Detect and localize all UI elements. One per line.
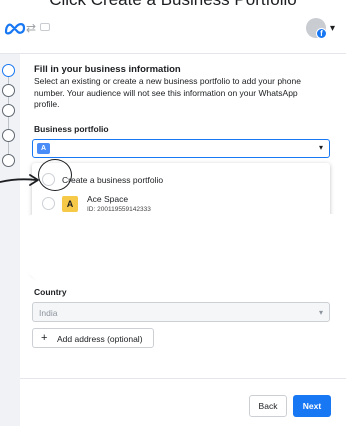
back-button[interactable]: Back xyxy=(249,395,287,417)
add-address-label: Add address (optional) xyxy=(57,334,143,344)
step-4 xyxy=(2,129,15,142)
swap-arrows-icon: ⇄ xyxy=(26,21,37,35)
step-3 xyxy=(2,104,15,117)
add-address-button[interactable]: + Add address (optional) xyxy=(32,328,154,348)
next-button[interactable]: Next xyxy=(293,395,331,417)
chevron-down-icon: ▾ xyxy=(330,23,336,34)
country-label: Country xyxy=(34,287,67,297)
page-title: Fill in your business information xyxy=(34,64,181,75)
chevron-down-icon: ▾ xyxy=(318,143,323,152)
step-5 xyxy=(2,154,15,167)
whatsapp-account-icon xyxy=(40,23,50,31)
plus-icon: + xyxy=(41,332,48,344)
account-menu[interactable]: f ▾ xyxy=(306,18,338,40)
step-2 xyxy=(2,84,15,97)
portfolio-name: Ace Space xyxy=(87,194,129,204)
portfolio-chip: A xyxy=(37,143,50,154)
portfolio-avatar: A xyxy=(62,196,78,212)
progress-stepper xyxy=(0,54,20,426)
step-1 xyxy=(2,64,15,77)
tutorial-caption: Click Create a Business Portfolio xyxy=(0,0,346,10)
redaction-overlay xyxy=(22,214,342,284)
footer-divider xyxy=(20,378,346,379)
arrow-right-icon xyxy=(0,174,39,186)
business-portfolio-label: Business portfolio xyxy=(34,124,109,134)
ace-space-radio[interactable] xyxy=(42,197,55,210)
header-divider xyxy=(0,53,346,54)
facebook-badge-icon: f xyxy=(316,28,327,39)
create-option-label: Create a business portfolio xyxy=(62,175,164,185)
top-bar: ⇄ f ▾ xyxy=(0,18,346,46)
business-portfolio-select[interactable]: A ▾ xyxy=(32,139,330,158)
create-business-portfolio-option[interactable]: Create a business portfolio xyxy=(32,163,330,189)
page-description: Select an existing or create a new busin… xyxy=(34,76,301,109)
country-value: India xyxy=(39,308,58,318)
meta-logo-icon xyxy=(4,23,26,35)
portfolio-id: ID: 200119559142333 xyxy=(87,206,151,213)
country-select[interactable]: India ▾ xyxy=(32,302,330,322)
chevron-down-icon: ▾ xyxy=(318,308,323,317)
portfolio-option-ace-space[interactable]: A Ace Space ID: 200119559142333 xyxy=(32,189,330,217)
